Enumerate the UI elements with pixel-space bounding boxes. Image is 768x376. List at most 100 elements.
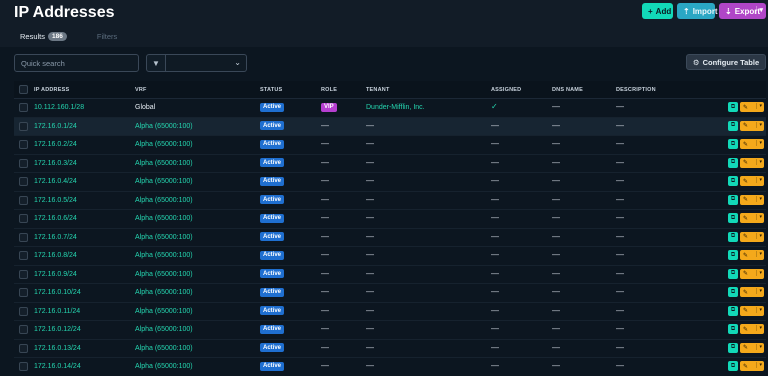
filter-select[interactable]: ⌄ bbox=[166, 54, 247, 72]
table-row[interactable]: 172.16.0.1/24 Alpha (65000:100) Active —… bbox=[14, 117, 766, 136]
chevron-down-icon[interactable]: ▾ bbox=[756, 325, 762, 331]
column-header-assigned[interactable]: ASSIGNED bbox=[491, 87, 521, 93]
edit-button[interactable]: ✎ ▾ bbox=[740, 157, 764, 168]
table-row[interactable]: 172.16.0.4/24 Alpha (65000:100) Active —… bbox=[14, 173, 766, 192]
edit-button[interactable]: ✎ ▾ bbox=[740, 268, 764, 279]
vrf-link[interactable]: Alpha (65000:100) bbox=[135, 160, 193, 167]
row-checkbox[interactable] bbox=[19, 214, 28, 223]
copy-button[interactable]: ⧉ bbox=[728, 305, 738, 316]
copy-button[interactable]: ⧉ bbox=[728, 176, 738, 186]
edit-button[interactable]: ✎ ▾ bbox=[740, 139, 764, 149]
ip-address-link[interactable]: 172.16.0.6/24 bbox=[34, 215, 77, 222]
filter-icon[interactable]: ▼ bbox=[146, 54, 166, 72]
column-header-vrf[interactable]: VRF bbox=[135, 87, 147, 93]
table-row[interactable]: 172.16.0.13/24 Alpha (65000:100) Active … bbox=[14, 340, 766, 358]
row-checkbox[interactable] bbox=[19, 177, 28, 186]
chevron-down-icon[interactable]: ▾ bbox=[756, 362, 762, 368]
copy-button[interactable]: ⧉ bbox=[728, 361, 738, 371]
row-checkbox[interactable] bbox=[19, 140, 28, 149]
table-row[interactable]: 172.16.0.11/24 Alpha (65000:100) Active … bbox=[14, 303, 766, 321]
vrf-link[interactable]: Global bbox=[135, 104, 155, 111]
edit-button[interactable]: ✎ ▾ bbox=[740, 250, 764, 260]
vrf-link[interactable]: Alpha (65000:100) bbox=[135, 197, 193, 204]
vrf-link[interactable]: Alpha (65000:100) bbox=[135, 178, 193, 185]
edit-button[interactable]: ✎ ▾ bbox=[740, 361, 764, 371]
column-header-dns-name[interactable]: DNS NAME bbox=[552, 87, 583, 93]
chevron-down-icon[interactable]: ▾ bbox=[756, 103, 762, 109]
vrf-link[interactable]: Alpha (65000:100) bbox=[135, 234, 193, 241]
edit-button[interactable]: ✎ ▾ bbox=[740, 194, 764, 205]
row-checkbox[interactable] bbox=[19, 195, 28, 205]
table-row[interactable]: 172.16.0.14/24 Alpha (65000:100) Active … bbox=[14, 358, 766, 376]
vrf-link[interactable]: Alpha (65000:100) bbox=[135, 271, 193, 278]
table-row[interactable]: 172.16.0.12/24 Alpha (65000:100) Active … bbox=[14, 321, 766, 340]
import-button[interactable]: ⇡ Import bbox=[677, 3, 718, 19]
row-checkbox[interactable] bbox=[19, 251, 28, 260]
column-header-tenant[interactable]: TENANT bbox=[366, 87, 390, 93]
table-row[interactable]: 172.16.0.3/24 Alpha (65000:100) Active —… bbox=[14, 155, 766, 173]
edit-button[interactable]: ✎ ▾ bbox=[740, 176, 764, 186]
row-checkbox[interactable] bbox=[19, 158, 28, 168]
ip-address-link[interactable]: 172.16.0.7/24 bbox=[34, 234, 77, 241]
chevron-down-icon[interactable]: ▾ bbox=[756, 306, 762, 313]
column-header-status[interactable]: STATUS bbox=[260, 87, 282, 93]
row-checkbox[interactable] bbox=[19, 288, 28, 297]
ip-address-link[interactable]: 172.16.0.12/24 bbox=[34, 326, 81, 333]
table-row[interactable]: 172.16.0.2/24 Alpha (65000:100) Active —… bbox=[14, 136, 766, 155]
copy-button[interactable]: ⧉ bbox=[728, 342, 738, 353]
chevron-down-icon[interactable]: ▾ bbox=[756, 6, 763, 14]
column-header-description[interactable]: DESCRIPTION bbox=[616, 87, 656, 93]
edit-button[interactable]: ✎ ▾ bbox=[740, 231, 764, 242]
table-row[interactable]: 172.16.0.8/24 Alpha (65000:100) Active —… bbox=[14, 247, 766, 266]
ip-address-link[interactable]: 172.16.0.8/24 bbox=[34, 252, 77, 259]
ip-address-link[interactable]: 172.16.0.3/24 bbox=[34, 160, 77, 167]
edit-button[interactable]: ✎ ▾ bbox=[740, 120, 764, 131]
chevron-down-icon[interactable]: ▾ bbox=[756, 140, 762, 146]
table-row[interactable]: 172.16.0.6/24 Alpha (65000:100) Active —… bbox=[14, 210, 766, 229]
row-checkbox[interactable] bbox=[19, 121, 28, 131]
configure-table-button[interactable]: ⚙ Configure Table bbox=[686, 54, 766, 70]
table-row[interactable]: 172.16.0.5/24 Alpha (65000:100) Active —… bbox=[14, 192, 766, 210]
chevron-down-icon[interactable]: ▾ bbox=[756, 343, 762, 350]
chevron-down-icon[interactable]: ▾ bbox=[756, 158, 762, 165]
search-input[interactable] bbox=[14, 54, 139, 72]
ip-address-link[interactable]: 172.16.0.1/24 bbox=[34, 123, 77, 130]
row-checkbox[interactable] bbox=[19, 306, 28, 316]
edit-button[interactable]: ✎ ▾ bbox=[740, 213, 764, 223]
edit-button[interactable]: ✎ ▾ bbox=[740, 102, 764, 112]
chevron-down-icon[interactable]: ▾ bbox=[756, 214, 762, 220]
vrf-link[interactable]: Alpha (65000:100) bbox=[135, 326, 193, 333]
column-header-role[interactable]: ROLE bbox=[321, 87, 337, 93]
add-button[interactable]: + Add bbox=[642, 3, 673, 19]
chevron-down-icon[interactable]: ▾ bbox=[756, 121, 762, 128]
row-checkbox[interactable] bbox=[19, 362, 28, 371]
vrf-link[interactable]: Alpha (65000:100) bbox=[135, 308, 193, 315]
chevron-down-icon[interactable]: ▾ bbox=[756, 269, 762, 276]
vrf-link[interactable]: Alpha (65000:100) bbox=[135, 345, 193, 352]
chevron-down-icon[interactable]: ▾ bbox=[756, 288, 762, 294]
tab-results[interactable]: Results 186 bbox=[14, 30, 73, 43]
ip-address-link[interactable]: 10.112.160.1/28 bbox=[34, 104, 84, 111]
row-checkbox[interactable] bbox=[19, 232, 28, 242]
copy-button[interactable]: ⧉ bbox=[728, 250, 738, 260]
ip-address-link[interactable]: 172.16.0.4/24 bbox=[34, 178, 77, 185]
copy-button[interactable]: ⧉ bbox=[728, 194, 738, 205]
copy-button[interactable]: ⧉ bbox=[728, 324, 738, 334]
copy-button[interactable]: ⧉ bbox=[728, 287, 738, 297]
table-row[interactable]: 172.16.0.7/24 Alpha (65000:100) Active —… bbox=[14, 229, 766, 247]
tenant-link[interactable]: Dunder-Mifflin, Inc. bbox=[366, 104, 425, 111]
vrf-link[interactable]: Alpha (65000:100) bbox=[135, 123, 193, 130]
vrf-link[interactable]: Alpha (65000:100) bbox=[135, 215, 193, 222]
chevron-down-icon[interactable]: ▾ bbox=[756, 195, 762, 202]
edit-button[interactable]: ✎ ▾ bbox=[740, 305, 764, 316]
ip-address-link[interactable]: 172.16.0.2/24 bbox=[34, 141, 77, 148]
column-header-ip-address[interactable]: IP ADDRESS bbox=[34, 87, 69, 93]
export-button[interactable]: ⇣ Export ▾ bbox=[719, 3, 766, 19]
table-row[interactable]: 172.16.0.10/24 Alpha (65000:100) Active … bbox=[14, 284, 766, 303]
copy-button[interactable]: ⧉ bbox=[728, 268, 738, 279]
copy-button[interactable]: ⧉ bbox=[728, 139, 738, 149]
tab-filters[interactable]: Filters bbox=[91, 30, 123, 43]
select-all-checkbox[interactable] bbox=[19, 85, 28, 94]
copy-button[interactable]: ⧉ bbox=[728, 120, 738, 131]
ip-address-link[interactable]: 172.16.0.9/24 bbox=[34, 271, 77, 278]
